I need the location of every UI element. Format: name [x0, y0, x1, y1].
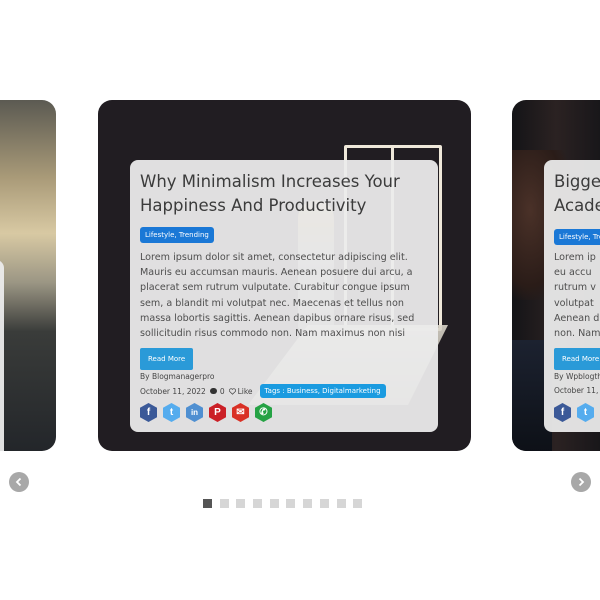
- excerpt-line: rutrum v: [554, 282, 596, 294]
- post-title[interactable]: Why Minimalism Increases Your Happiness …: [140, 170, 430, 218]
- pagination-dot[interactable]: [253, 499, 263, 508]
- facebook-icon[interactable]: f: [554, 403, 571, 422]
- title-line: Acade: [554, 196, 600, 215]
- category-badge[interactable]: Lifestyle, Tren: [554, 229, 600, 245]
- chevron-left-icon: [15, 477, 22, 487]
- pagination-dot[interactable]: [319, 499, 329, 508]
- share-icons: f t in P ✉ ✆: [140, 403, 278, 422]
- chevron-right-icon: [578, 477, 585, 487]
- post-title-partial: Bigges Acade: [554, 170, 600, 218]
- pagination-dot[interactable]: [353, 499, 363, 508]
- post-author[interactable]: By Wpblogthe: [554, 372, 600, 381]
- read-more-button[interactable]: Read More: [140, 348, 194, 370]
- whatsapp-icon[interactable]: ✆: [255, 403, 272, 422]
- post-author[interactable]: By Blogmanagerpro: [140, 372, 215, 381]
- facebook-icon[interactable]: f: [140, 403, 157, 422]
- share-icons: f t: [554, 403, 600, 422]
- twitter-icon[interactable]: t: [577, 403, 594, 422]
- pagination-dot[interactable]: [303, 499, 313, 508]
- tags-badge[interactable]: Tags : Business, Digitalmarketing: [259, 384, 386, 398]
- excerpt-line: volutpat: [554, 297, 594, 309]
- carousel-next-button[interactable]: [571, 472, 591, 492]
- pagination-dot[interactable]: [269, 499, 279, 508]
- email-icon[interactable]: ✉: [232, 403, 249, 422]
- post-date: October 11, 2022: [140, 386, 206, 396]
- excerpt-line: non. Nam: [554, 328, 600, 340]
- carousel-prev-button[interactable]: [9, 472, 29, 492]
- pagination-dot[interactable]: [336, 499, 346, 508]
- comment-icon: [209, 388, 217, 394]
- excerpt-line: Lorem ip: [554, 252, 596, 263]
- comment-count[interactable]: 0: [220, 387, 225, 396]
- post-excerpt: Lorem ipsum dolor sit amet, consectetur …: [140, 252, 415, 340]
- pagination-dot[interactable]: [203, 499, 212, 508]
- post-meta: October 11, 2022 0 Like Tags : Business,…: [140, 384, 390, 398]
- post-card-partial: Bigges Acade Lifestyle, Tren Lorem ip eu …: [544, 160, 600, 432]
- post-card-partial: s o: [0, 260, 4, 451]
- excerpt-line: eu accu: [554, 267, 592, 279]
- post-card: Why Minimalism Increases Your Happiness …: [130, 160, 438, 432]
- pinterest-icon[interactable]: P: [209, 403, 226, 422]
- read-more-button[interactable]: Read More: [554, 348, 600, 370]
- like-label[interactable]: Like: [238, 387, 253, 396]
- title-line: Bigges: [554, 172, 600, 191]
- carousel-slide-prev[interactable]: s o: [0, 100, 56, 451]
- linkedin-icon[interactable]: in: [186, 403, 203, 422]
- post-excerpt-partial: Lorem ip eu accu rutrum v volutpat Aenea…: [554, 250, 600, 341]
- pagination-dot[interactable]: [286, 499, 296, 508]
- category-badge[interactable]: Lifestyle, Trending: [140, 227, 214, 243]
- excerpt-line: Aenean d: [554, 312, 600, 324]
- twitter-icon[interactable]: t: [163, 403, 180, 422]
- carousel-pagination: [203, 499, 370, 508]
- heart-icon[interactable]: [228, 387, 236, 395]
- pagination-dot[interactable]: [236, 499, 246, 508]
- post-date: October 11,: [554, 386, 599, 395]
- pagination-dot[interactable]: [219, 499, 229, 508]
